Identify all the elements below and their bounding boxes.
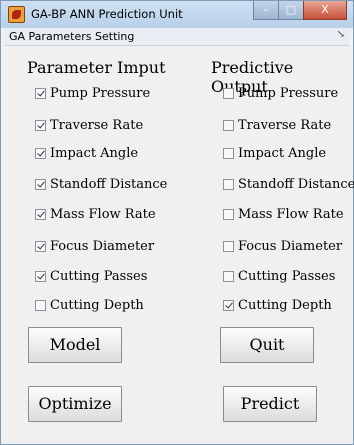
checkbox-checked[interactable] bbox=[35, 240, 46, 252]
predictive-output-checkbox-label: Standoff Distance bbox=[238, 176, 354, 192]
predictive-output-checkbox-label: Mass Flow Rate bbox=[238, 206, 344, 222]
predictive-output-checkbox-row[interactable]: Cutting Passes bbox=[223, 268, 335, 284]
parameter-input-checkbox-row[interactable]: Impact Angle bbox=[35, 145, 138, 161]
predictive-output-checkbox-label: Impact Angle bbox=[238, 145, 327, 161]
predictive-output-checkbox-label: Cutting Passes bbox=[238, 268, 336, 284]
predictive-output-checkbox-row[interactable]: Pump Pressure bbox=[223, 85, 338, 101]
quit-button[interactable]: Quit bbox=[220, 327, 314, 363]
title-bar[interactable]: GA-BP ANN Prediction Unit – □ X bbox=[1, 1, 353, 28]
parameter-input-checkbox-row[interactable]: Cutting Depth bbox=[35, 297, 144, 313]
predictive-output-checkbox-row[interactable]: Cutting Depth bbox=[223, 297, 332, 313]
close-button[interactable]: X bbox=[303, 1, 347, 20]
parameter-input-checkbox-label: Traverse Rate bbox=[50, 117, 144, 133]
parameter-input-checkbox-label: Standoff Distance bbox=[50, 176, 168, 192]
checkbox-checked[interactable] bbox=[35, 119, 46, 131]
parameter-input-checkbox-row[interactable]: Mass Flow Rate bbox=[35, 206, 156, 222]
checkbox-checked[interactable] bbox=[223, 299, 234, 311]
predictive-output-checkbox-label: Cutting Depth bbox=[238, 297, 332, 313]
model-button[interactable]: Model bbox=[28, 327, 122, 363]
checkbox-unchecked[interactable] bbox=[223, 240, 234, 252]
maximize-button[interactable]: □ bbox=[278, 1, 304, 20]
matlab-app-icon bbox=[8, 6, 25, 23]
predict-button[interactable]: Predict bbox=[223, 386, 317, 422]
predictive-output-checkbox-label: Traverse Rate bbox=[238, 117, 332, 133]
minimize-button[interactable]: – bbox=[253, 1, 279, 20]
parameter-input-checkbox-label: Cutting Passes bbox=[50, 268, 148, 284]
checkbox-checked[interactable] bbox=[35, 87, 46, 99]
checkbox-unchecked[interactable] bbox=[35, 299, 46, 311]
parameter-input-checkbox-row[interactable]: Focus Diameter bbox=[35, 238, 154, 254]
app-window: GA-BP ANN Prediction Unit – □ X GA Param… bbox=[0, 0, 354, 445]
checkbox-unchecked[interactable] bbox=[223, 119, 234, 131]
checkbox-checked[interactable] bbox=[35, 147, 46, 159]
predictive-output-checkbox-label: Focus Diameter bbox=[238, 238, 343, 254]
resize-arrow-icon[interactable]: ↘ bbox=[337, 29, 345, 40]
parameter-input-checkbox-row[interactable]: Cutting Passes bbox=[35, 268, 147, 284]
parameter-input-checkbox-label: Cutting Depth bbox=[50, 297, 144, 313]
predictive-output-checkbox-row[interactable]: Mass Flow Rate bbox=[223, 206, 344, 222]
parameter-input-checkbox-label: Pump Pressure bbox=[50, 85, 151, 101]
checkbox-checked[interactable] bbox=[35, 178, 46, 190]
checkbox-unchecked[interactable] bbox=[223, 87, 234, 99]
panel-title-bar: GA Parameters Setting ↘ bbox=[5, 28, 349, 46]
parameter-input-checkbox-row[interactable]: Standoff Distance bbox=[35, 176, 167, 192]
window-title: GA-BP ANN Prediction Unit bbox=[31, 7, 183, 21]
checkbox-checked[interactable] bbox=[35, 208, 46, 220]
parameter-input-checkbox-row[interactable]: Traverse Rate bbox=[35, 117, 143, 133]
predictive-output-checkbox-label: Pump Pressure bbox=[238, 85, 339, 101]
predictive-output-checkbox-row[interactable]: Focus Diameter bbox=[223, 238, 342, 254]
predictive-output-checkbox-row[interactable]: Impact Angle bbox=[223, 145, 326, 161]
checkbox-unchecked[interactable] bbox=[223, 147, 234, 159]
panel-title: GA Parameters Setting bbox=[9, 30, 135, 43]
predictive-output-checkbox-row[interactable]: Standoff Distance bbox=[223, 176, 354, 192]
parameter-input-checkbox-row[interactable]: Pump Pressure bbox=[35, 85, 150, 101]
optimize-button[interactable]: Optimize bbox=[28, 386, 122, 422]
window-controls: – □ X bbox=[253, 1, 347, 21]
checkbox-unchecked[interactable] bbox=[223, 270, 234, 282]
checkbox-unchecked[interactable] bbox=[223, 178, 234, 190]
parameter-input-checkbox-label: Mass Flow Rate bbox=[50, 206, 156, 222]
parameter-input-header: Parameter Imput bbox=[27, 58, 166, 77]
parameter-input-checkbox-label: Impact Angle bbox=[50, 145, 139, 161]
checkbox-checked[interactable] bbox=[35, 270, 46, 282]
predictive-output-checkbox-row[interactable]: Traverse Rate bbox=[223, 117, 331, 133]
checkbox-unchecked[interactable] bbox=[223, 208, 234, 220]
parameter-input-checkbox-label: Focus Diameter bbox=[50, 238, 155, 254]
